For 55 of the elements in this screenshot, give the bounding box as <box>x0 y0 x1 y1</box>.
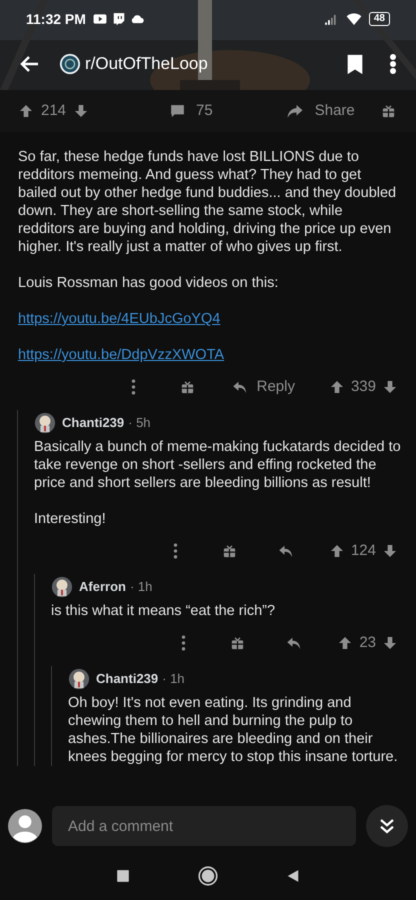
back-nav-icon[interactable] <box>286 869 300 883</box>
comment-count: 75 <box>196 100 213 121</box>
double-chevron-icon <box>378 817 396 835</box>
link[interactable]: https://youtu.be/DdpVzzXWOTA <box>18 346 224 364</box>
upvote-icon[interactable] <box>337 635 354 651</box>
wifi-icon <box>344 11 363 27</box>
gift-icon[interactable] <box>230 636 246 650</box>
comment-text: So far, these hedge funds have lost BILLIONS due to redditors memeing. And guess what? They had to get bailed out by other hedge fund buddies... and they doubled down. They are short-selling the same stock, while redditors are buying and holding, driving the price up even higher. It's really just a matter of who gives up first. <box>18 148 398 256</box>
link[interactable]: https://youtu.be/4EUbJcGoYQ4 <box>18 310 220 328</box>
comment-time: · 1h <box>162 670 185 688</box>
comment-field[interactable]: Add a comment <box>52 806 356 846</box>
comment-text: Interesting! <box>34 510 107 528</box>
comment-time: · 1h <box>130 578 152 596</box>
upvote-icon[interactable] <box>328 379 345 395</box>
jump-down-button[interactable] <box>366 805 408 847</box>
vote-count: 214 <box>41 100 66 121</box>
downvote-icon[interactable] <box>382 635 398 651</box>
comment-text: Basically a bunch of meme-making fuckatards decided to take revenge on short -sellers and effing rocketed the price and short sellers are bleeding billions as result! <box>34 438 402 492</box>
more-icon[interactable] <box>181 634 186 652</box>
user-avatar-icon <box>8 809 42 843</box>
avatar-icon <box>68 668 90 690</box>
comment-author[interactable]: Chanti239 <box>62 413 124 433</box>
share-button[interactable]: Share <box>284 100 355 122</box>
more-icon[interactable] <box>130 378 136 396</box>
comment-text: Louis Rossman has good videos on this: <box>18 274 280 292</box>
status-time: 11:32 PM <box>26 10 86 28</box>
comment-icon <box>169 102 186 120</box>
vote-count: 23 <box>359 632 376 653</box>
battery-indicator: 48 <box>368 12 390 26</box>
downvote-icon[interactable] <box>382 379 398 395</box>
chat-icon <box>112 12 126 26</box>
comment-author[interactable]: Chanti239 <box>96 669 158 689</box>
comment-time: · 5h <box>128 414 151 432</box>
downvote-icon[interactable] <box>73 103 90 119</box>
avatar-icon <box>51 576 73 598</box>
subreddit-icon <box>59 53 81 75</box>
vote-count: 339 <box>350 376 376 397</box>
more-icon[interactable] <box>390 52 396 76</box>
home-icon[interactable] <box>198 866 218 886</box>
gift-icon[interactable] <box>180 380 195 394</box>
reply-button[interactable]: Reply <box>230 376 295 398</box>
subreddit-name[interactable]: r/OutOfTheLoop <box>85 51 344 77</box>
comment-author[interactable]: Aferron <box>79 577 126 597</box>
upvote-icon[interactable] <box>18 103 34 119</box>
upvote-icon[interactable] <box>328 543 345 559</box>
gift-icon[interactable] <box>222 544 237 558</box>
avatar-icon <box>34 412 56 434</box>
more-icon[interactable] <box>172 542 178 560</box>
downvote-icon[interactable] <box>382 543 398 559</box>
recents-icon[interactable] <box>116 869 130 883</box>
comment-text: is this what it means “eat the rich”? <box>51 602 276 620</box>
gift-icon[interactable] <box>381 104 396 118</box>
comment-text: Oh boy! It's not even eating. Its grinding and chewing them to hell and burning the pulp to ashes.The billionaires are bleeding and on their knees begging for mercy to stop this insane torture. <box>68 694 399 766</box>
vote-count: 124 <box>350 540 376 561</box>
share-icon <box>284 102 305 120</box>
